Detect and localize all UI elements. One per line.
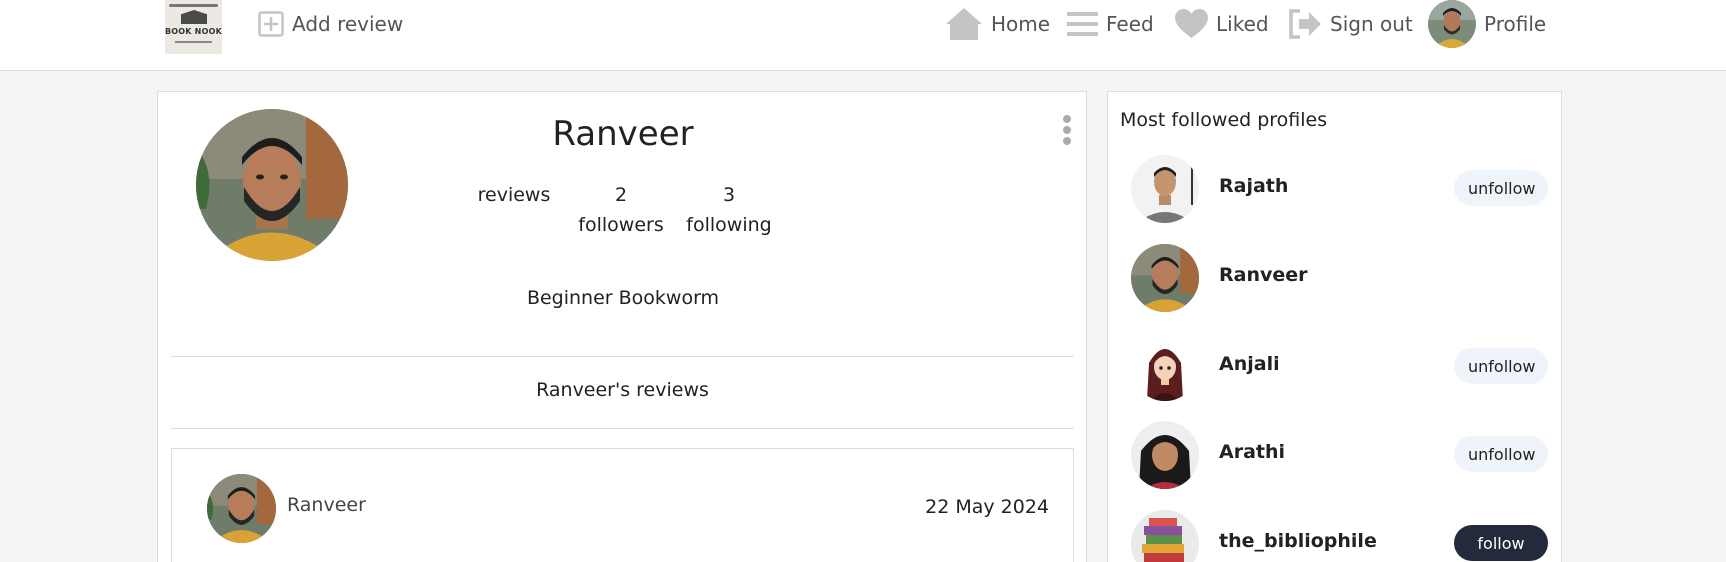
add-review-link[interactable]: Add review [258,0,403,48]
divider [171,356,1074,357]
plus-square-icon [258,11,284,37]
profile-row: Rajath unfollow [1108,155,1563,225]
profile-name[interactable]: Anjali [1219,353,1280,375]
profile-avatar[interactable] [1131,333,1199,401]
profile-card: Ranveer reviews 2 followers 3 following … [157,91,1087,562]
profile-row: Ranveer [1108,244,1563,314]
profile-link[interactable]: Profile [1428,0,1546,48]
unfollow-button[interactable]: unfollow [1454,436,1548,472]
more-options-icon[interactable] [1061,115,1073,145]
divider [171,428,1074,429]
navbar: BOOK NOOK Add review Home Feed Liked Sig… [0,0,1726,71]
following-count: 3 [722,184,736,206]
profile-avatar[interactable] [1131,155,1199,223]
home-label: Home [991,12,1051,36]
logo-text: BOOK NOOK [165,27,222,36]
most-followed-title: Most followed profiles [1120,109,1328,131]
profile-avatar-large [196,109,348,261]
profile-row: the_bibliophile follow [1108,510,1563,562]
sign-out-link[interactable]: Sign out [1288,0,1413,48]
review-author-avatar[interactable] [207,474,276,543]
feed-link[interactable]: Feed [1067,0,1154,48]
add-review-label: Add review [292,12,404,36]
reviews-heading: Ranveer's reviews [536,379,709,401]
profile-avatar[interactable] [1131,510,1199,562]
following-stat[interactable]: 3 following [674,180,784,240]
profile-avatar[interactable] [1131,421,1199,489]
following-label: following [686,214,772,236]
reviews-label: reviews [477,184,551,206]
list-icon [1067,12,1098,36]
profile-name[interactable]: Arathi [1219,441,1285,463]
home-link[interactable]: Home [945,0,1050,48]
unfollow-button[interactable]: unfollow [1454,170,1548,206]
liked-link[interactable]: Liked [1175,0,1269,48]
profile-name[interactable]: Ranveer [1219,264,1308,286]
heart-icon [1175,9,1208,38]
book-nook-logo[interactable]: BOOK NOOK [165,0,222,54]
profile-row: Anjali unfollow [1108,333,1563,403]
profile-avatar[interactable] [1131,244,1199,312]
followers-stat[interactable]: 2 followers [566,180,676,240]
unfollow-button[interactable]: unfollow [1454,348,1548,384]
followers-label: followers [578,214,664,236]
profile-label: Profile [1484,12,1547,36]
review-date: 22 May 2024 [925,496,1049,518]
liked-label: Liked [1216,12,1269,36]
profile-row: Arathi unfollow [1108,421,1563,491]
profile-avatar [1428,0,1476,48]
sign-out-icon [1289,9,1321,39]
profile-bio: Beginner Bookworm [526,287,720,309]
profile-name[interactable]: Rajath [1219,175,1288,197]
review-card[interactable]: Ranveer 22 May 2024 [171,448,1074,562]
profile-name[interactable]: the_bibliophile [1219,530,1377,552]
follow-button[interactable]: follow [1454,525,1548,561]
home-icon [946,8,982,40]
reviews-stat: reviews [459,180,569,210]
sign-out-label: Sign out [1330,12,1413,36]
review-author-name[interactable]: Ranveer [287,494,366,516]
most-followed-card: Most followed profiles Rajath unfollow R… [1107,91,1562,562]
feed-label: Feed [1106,12,1154,36]
profile-username: Ranveer [552,114,694,154]
followers-count: 2 [614,184,628,206]
